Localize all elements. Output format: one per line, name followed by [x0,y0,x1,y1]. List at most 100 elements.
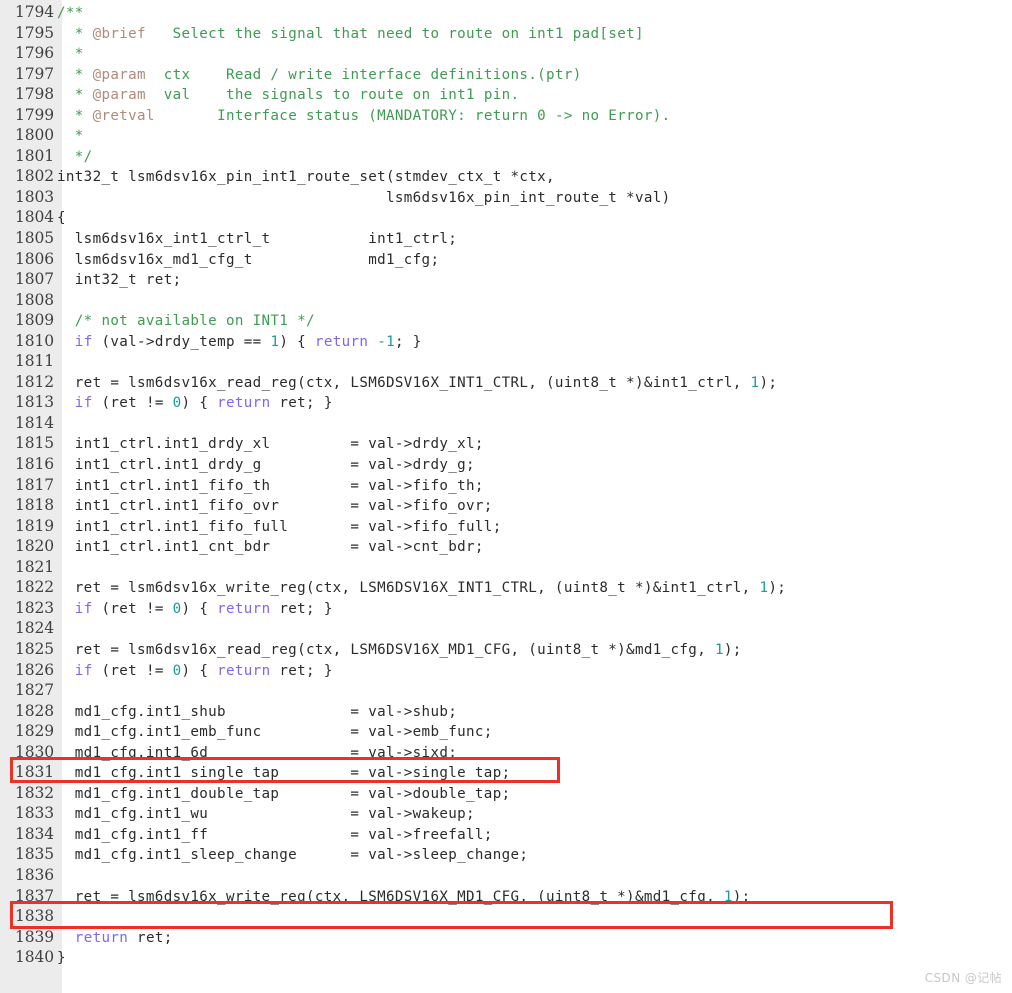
line-content[interactable]: int32_t ret; [57,270,1012,291]
line-content[interactable]: */ [57,147,1012,168]
line-content[interactable]: if (val->drdy_temp == 1) { return -1; } [57,332,1012,353]
code-line-1825[interactable]: 1825 ret = lsm6dsv16x_read_reg(ctx, LSM6… [0,639,1012,660]
line-content[interactable]: int1_ctrl.int1_drdy_xl = val->drdy_xl; [57,434,1012,455]
code-line-1815[interactable]: 1815 int1_ctrl.int1_drdy_xl = val->drdy_… [0,433,1012,454]
line-content[interactable]: int32_t lsm6dsv16x_pin_int1_route_set(st… [57,167,1012,188]
code-line-1835[interactable]: 1835 md1_cfg.int1_sleep_change = val->sl… [0,844,1012,865]
line-number: 1836 [14,865,54,884]
line-content[interactable]: int1_ctrl.int1_cnt_bdr = val->cnt_bdr; [57,537,1012,558]
line-content[interactable]: lsm6dsv16x_md1_cfg_t md1_cfg; [57,250,1012,271]
line-content[interactable]: * @brief Select the signal that need to … [57,24,1012,45]
code-line-1824[interactable]: 1824 [0,618,1012,639]
token-plain: int1_ctrl.int1_drdy_xl = val->drdy_xl; [57,436,484,453]
line-content[interactable]: ret = lsm6dsv16x_read_reg(ctx, LSM6DSV16… [57,640,1012,661]
line-content[interactable]: * @param ctx Read / write interface defi… [57,65,1012,86]
line-content[interactable]: /* not available on INT1 */ [57,311,1012,332]
code-line-1823[interactable]: 1823 if (ret != 0) { return ret; } [0,598,1012,619]
line-content[interactable]: * @retval Interface status (MANDATORY: r… [57,106,1012,127]
token-keyword: return [314,333,369,350]
code-line-1813[interactable]: 1813 if (ret != 0) { return ret; } [0,392,1012,413]
line-content[interactable]: int1_ctrl.int1_fifo_full = val->fifo_ful… [57,517,1012,538]
code-line-1819[interactable]: 1819 int1_ctrl.int1_fifo_full = val->fif… [0,516,1012,537]
code-line-1808[interactable]: 1808 [0,290,1012,311]
code-line-1810[interactable]: 1810 if (val->drdy_temp == 1) { return -… [0,331,1012,352]
code-line-1805[interactable]: 1805 lsm6dsv16x_int1_ctrl_t int1_ctrl; [0,228,1012,249]
line-content[interactable]: md1_cfg.int1_double_tap = val->double_ta… [57,784,1012,805]
line-content[interactable]: md1_cfg.int1_sleep_change = val->sleep_c… [57,845,1012,866]
line-content[interactable]: md1_cfg.int1_shub = val->shub; [57,702,1012,723]
code-line-1831[interactable]: 1831 md1_cfg.int1_single_tap = val->sing… [0,762,1012,783]
code-line-1796[interactable]: 1796 * [0,43,1012,64]
line-content[interactable]: if (ret != 0) { return ret; } [57,393,1012,414]
code-line-1797[interactable]: 1797 * @param ctx Read / write interface… [0,64,1012,85]
code-line-1829[interactable]: 1829 md1_cfg.int1_emb_func = val->emb_fu… [0,721,1012,742]
code-line-1801[interactable]: 1801 */ [0,146,1012,167]
code-line-1800[interactable]: 1800 * [0,125,1012,146]
line-content[interactable]: md1_cfg.int1_single_tap = val->single_ta… [57,763,1012,784]
token-comment: * [57,46,84,63]
code-line-1820[interactable]: 1820 int1_ctrl.int1_cnt_bdr = val->cnt_b… [0,536,1012,557]
code-line-1802[interactable]: 1802 int32_t lsm6dsv16x_pin_int1_route_se… [0,166,1012,187]
code-line-1812[interactable]: 1812 ret = lsm6dsv16x_read_reg(ctx, LSM6… [0,372,1012,393]
code-line-1803[interactable]: 1803 lsm6dsv16x_pin_int_route_t *val) [0,187,1012,208]
code-line-1834[interactable]: 1834 md1_cfg.int1_ff = val->freefall; [0,824,1012,845]
line-content[interactable]: * [57,44,1012,65]
code-lines-container[interactable]: 1794/** 1795 * @brief Select the signal t… [0,0,1012,968]
line-content[interactable]: * [57,126,1012,147]
code-line-1840[interactable]: 1840} [0,947,1012,968]
line-content[interactable]: int1_ctrl.int1_fifo_ovr = val->fifo_ovr; [57,496,1012,517]
code-line-1817[interactable]: 1817 int1_ctrl.int1_fifo_th = val->fifo_… [0,475,1012,496]
code-line-1830[interactable]: 1830 md1_cfg.int1_6d = val->sixd; [0,742,1012,763]
line-content[interactable]: lsm6dsv16x_int1_ctrl_t int1_ctrl; [57,229,1012,250]
token-plain: md1_cfg.int1_shub = val->shub; [57,703,458,720]
code-line-1822[interactable]: 1822 ret = lsm6dsv16x_write_reg(ctx, LSM… [0,577,1012,598]
code-line-1839[interactable]: 1839 return ret; [0,927,1012,948]
line-content[interactable]: if (ret != 0) { return ret; } [57,599,1012,620]
line-number: 1804 [14,208,54,227]
code-line-1832[interactable]: 1832 md1_cfg.int1_double_tap = val->doub… [0,783,1012,804]
line-content[interactable]: } [57,948,1012,969]
line-content[interactable]: md1_cfg.int1_emb_func = val->emb_func; [57,722,1012,743]
code-line-1818[interactable]: 1818 int1_ctrl.int1_fifo_ovr = val->fifo… [0,495,1012,516]
code-line-1794[interactable]: 1794/** [0,2,1012,23]
line-content[interactable]: return ret; [57,928,1012,949]
line-content[interactable]: if (ret != 0) { return ret; } [57,661,1012,682]
code-line-1827[interactable]: 1827 [0,680,1012,701]
code-line-1807[interactable]: 1807 int32_t ret; [0,269,1012,290]
line-content[interactable]: ret = lsm6dsv16x_read_reg(ctx, LSM6DSV16… [57,373,1012,394]
code-line-1833[interactable]: 1833 md1_cfg.int1_wu = val->wakeup; [0,803,1012,824]
line-content[interactable]: md1_cfg.int1_ff = val->freefall; [57,825,1012,846]
code-line-1795[interactable]: 1795 * @brief Select the signal that nee… [0,23,1012,44]
code-line-1826[interactable]: 1826 if (ret != 0) { return ret; } [0,660,1012,681]
code-line-1828[interactable]: 1828 md1_cfg.int1_shub = val->shub; [0,701,1012,722]
code-line-1809[interactable]: 1809 /* not available on INT1 */ [0,310,1012,331]
code-line-1838[interactable]: 1838 [0,906,1012,927]
line-number: 1833 [14,804,54,823]
line-content[interactable]: /** [57,3,1012,24]
line-number: 1827 [14,681,54,700]
code-line-1811[interactable]: 1811 [0,351,1012,372]
line-content[interactable]: md1_cfg.int1_wu = val->wakeup; [57,804,1012,825]
line-content[interactable]: ret = lsm6dsv16x_write_reg(ctx, LSM6DSV1… [57,578,1012,599]
token-keyword: if [74,333,93,350]
line-content[interactable]: * @param val the signals to route on int… [57,85,1012,106]
code-line-1806[interactable]: 1806 lsm6dsv16x_md1_cfg_t md1_cfg; [0,249,1012,270]
line-number: 1823 [14,598,54,617]
line-content[interactable]: ret = lsm6dsv16x_write_reg(ctx, LSM6DSV1… [57,887,1012,908]
code-line-1814[interactable]: 1814 [0,413,1012,434]
line-content[interactable]: int1_ctrl.int1_fifo_th = val->fifo_th; [57,476,1012,497]
line-content[interactable]: lsm6dsv16x_pin_int_route_t *val) [57,188,1012,209]
line-content[interactable]: int1_ctrl.int1_drdy_g = val->drdy_g; [57,455,1012,476]
code-line-1798[interactable]: 1798 * @param val the signals to route o… [0,84,1012,105]
line-content[interactable]: md1_cfg.int1_6d = val->sixd; [57,743,1012,764]
token-plain: (val->drdy_temp == [92,333,271,350]
code-line-1837[interactable]: 1837 ret = lsm6dsv16x_write_reg(ctx, LSM… [0,886,1012,907]
line-number: 1794 [14,3,54,21]
code-line-1821[interactable]: 1821 [0,557,1012,578]
line-content[interactable]: { [57,208,1012,229]
code-line-1836[interactable]: 1836 [0,865,1012,886]
code-line-1804[interactable]: 1804{ [0,207,1012,228]
code-line-1799[interactable]: 1799 * @retval Interface status (MANDATO… [0,105,1012,126]
code-line-1816[interactable]: 1816 int1_ctrl.int1_drdy_g = val->drdy_g… [0,454,1012,475]
